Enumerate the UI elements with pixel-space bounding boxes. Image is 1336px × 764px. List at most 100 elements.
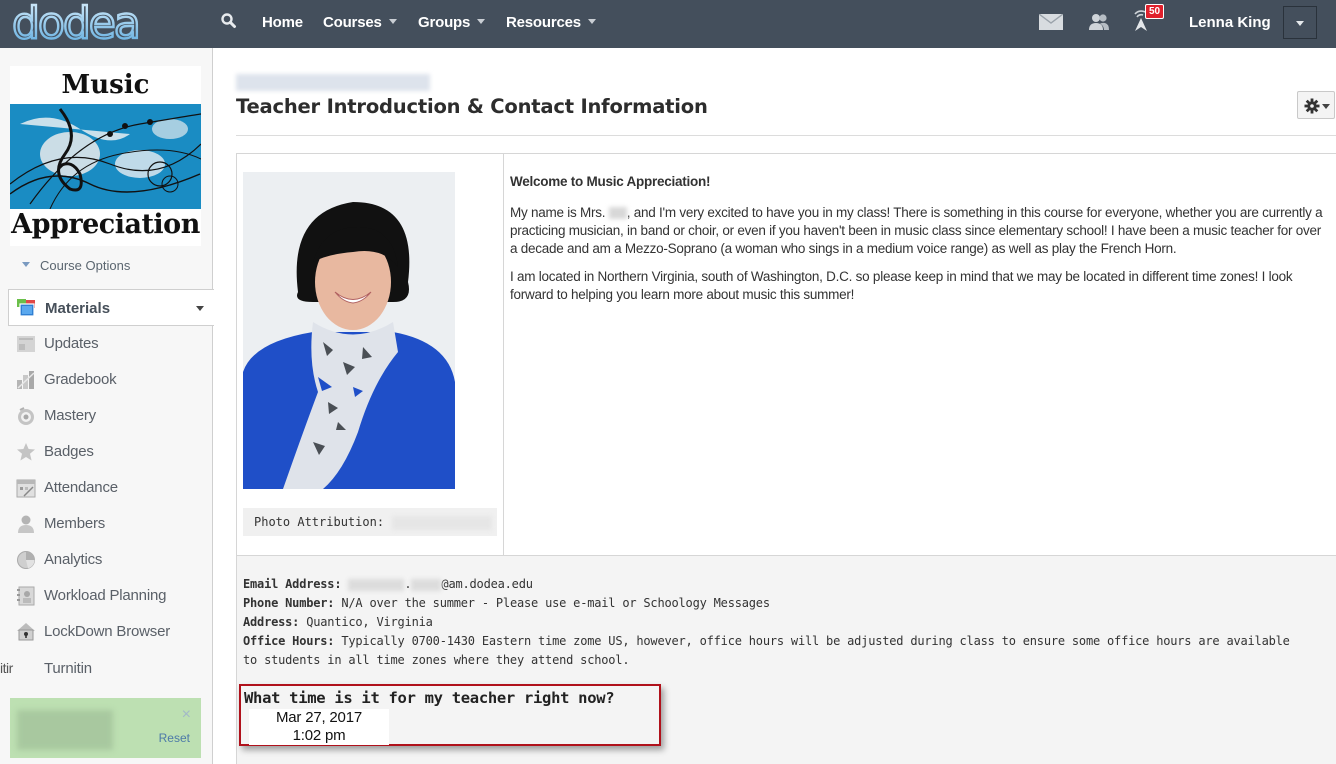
- user-menu-button[interactable]: [1283, 6, 1317, 39]
- address-label: Address:: [243, 615, 300, 629]
- sidebar-item-updates[interactable]: Updates: [16, 332, 206, 356]
- sidebar-item-badges[interactable]: Badges: [16, 440, 206, 464]
- chevron-down-icon: [587, 18, 596, 24]
- email-label: Email Address:: [243, 577, 342, 591]
- course-image-title-line2: Appreciation: [11, 209, 200, 240]
- sidebar-item-label: Mastery: [44, 407, 96, 424]
- search-icon[interactable]: [220, 12, 238, 30]
- title-divider: [236, 135, 1336, 136]
- sidebar-item-label: Gradebook: [44, 371, 117, 388]
- nav-resources-label: Resources: [506, 14, 581, 31]
- badges-icon: [16, 442, 36, 462]
- sidebar-item-workload-planning[interactable]: Workload Planning: [16, 584, 206, 608]
- sidebar-item-attendance[interactable]: Attendance: [16, 476, 206, 500]
- page-options-button[interactable]: [1297, 91, 1335, 119]
- logo-text: dodea: [12, 2, 139, 44]
- phone-label: Phone Number:: [243, 596, 335, 610]
- sidebar-item-analytics[interactable]: Analytics: [16, 548, 206, 572]
- materials-label: Materials: [45, 300, 111, 317]
- sidebar-item-members[interactable]: Members: [16, 512, 206, 536]
- connections-icon[interactable]: [1088, 13, 1110, 36]
- reset-link[interactable]: Reset: [159, 731, 190, 745]
- email-separator: .: [404, 577, 412, 591]
- intro-paragraph-1: My name is Mrs. , and I'm very excited t…: [510, 204, 1331, 258]
- course-image-title-line1: Music: [61, 70, 150, 100]
- chevron-down-icon: [22, 262, 30, 268]
- intro-text: My name is Mrs.: [510, 205, 609, 220]
- clock-display: Mar 27, 2017 1:02 pm: [249, 709, 389, 745]
- address-value: Quantico, Virginia: [299, 615, 433, 629]
- sidebar-item-label: Workload Planning: [44, 587, 167, 604]
- sidebar-item-gradebook[interactable]: Gradebook: [16, 368, 206, 392]
- sidebar-item-turnitin[interactable]: itir Turnitin: [0, 657, 190, 681]
- redacted-attribution: [392, 515, 493, 530]
- chevron-down-icon: [388, 18, 397, 24]
- user-name[interactable]: Lenna King: [1189, 14, 1271, 31]
- intro-cell: Welcome to Music Appreciation! My name i…: [504, 154, 1336, 556]
- top-navigation-bar: dodea Home Courses Groups Resources 50 L…: [0, 0, 1336, 50]
- nav-courses-label: Courses: [323, 14, 382, 31]
- nav-courses[interactable]: Courses: [323, 14, 397, 31]
- content-table: Photo Attribution: Welcome to Music Appr…: [236, 153, 1336, 764]
- sidebar-item-label: Updates: [44, 335, 99, 352]
- turnitin-icon: itir: [0, 660, 13, 676]
- page-title: Teacher Introduction & Contact Informati…: [236, 95, 708, 118]
- nav-home[interactable]: Home: [262, 14, 303, 31]
- photo-attribution-label: Photo Attribution:: [254, 515, 385, 529]
- redacted-email-user: [348, 578, 405, 591]
- mastery-icon: [16, 406, 36, 426]
- course-options-toggle[interactable]: Course Options: [22, 258, 130, 273]
- office-hours-value: Typically 0700-1430 Eastern time zome US…: [243, 634, 1290, 667]
- nav-home-label: Home: [262, 14, 303, 31]
- sidebar-item-label: Attendance: [44, 479, 118, 496]
- sidebar-item-materials[interactable]: Materials: [8, 289, 214, 326]
- nav-resources[interactable]: Resources: [506, 14, 596, 31]
- analytics-icon: [16, 550, 36, 570]
- nav-groups-label: Groups: [418, 14, 471, 31]
- gear-icon: [1304, 98, 1320, 114]
- sidebar-item-label: Turnitin: [44, 660, 92, 677]
- office-hours-row: Office Hours: Typically 0700-1430 Easter…: [243, 632, 1293, 670]
- materials-icon: [17, 299, 37, 317]
- course-image-artwork: [10, 104, 201, 209]
- sidebar-item-label: Badges: [44, 443, 94, 460]
- chevron-down-icon: [1296, 21, 1304, 26]
- teacher-clock-widget: What time is it for my teacher right now…: [239, 684, 661, 746]
- breadcrumb[interactable]: [236, 74, 430, 91]
- welcome-heading: Welcome to Music Appreciation!: [510, 174, 711, 189]
- sidebar-item-label: Members: [44, 515, 106, 532]
- sidebar-item-mastery[interactable]: Mastery: [16, 404, 206, 428]
- course-image: Music Appreciation: [10, 66, 201, 246]
- contact-info-cell: Email Address: . @am.dodea.edu Phone Numb…: [237, 556, 1336, 764]
- phone-row: Phone Number: N/A over the summer - Plea…: [243, 594, 1336, 613]
- intro-paragraph-2: I am located in Northern Virginia, south…: [510, 269, 1293, 302]
- course-options-label: Course Options: [40, 258, 131, 273]
- email-row: Email Address: . @am.dodea.edu: [243, 575, 1336, 594]
- teacher-photo: [243, 172, 455, 489]
- chevron-down-icon: [1322, 104, 1330, 109]
- gradebook-icon: [16, 370, 36, 390]
- dodea-logo[interactable]: dodea: [10, 0, 190, 50]
- office-hours-label: Office Hours:: [243, 634, 335, 648]
- sidebar-item-label: Analytics: [44, 551, 103, 568]
- email-domain[interactable]: @am.dodea.edu: [441, 577, 533, 591]
- close-icon[interactable]: ×: [182, 706, 191, 724]
- redacted-email-user: [411, 578, 442, 591]
- sidebar-item-label: LockDown Browser: [44, 623, 171, 640]
- notification-count-badge: 50: [1145, 4, 1165, 19]
- updates-icon: [16, 334, 36, 354]
- redacted-notice-text: [17, 710, 113, 750]
- phone-value: N/A over the summer - Please use e-mail …: [334, 596, 770, 610]
- clock-time: 1:02 pm: [292, 727, 346, 744]
- sidebar-item-lockdown-browser[interactable]: LockDown Browser: [16, 620, 206, 644]
- nav-groups[interactable]: Groups: [418, 14, 486, 31]
- workload-planning-icon: [16, 586, 36, 606]
- redacted-teacher-name: [608, 207, 627, 220]
- clock-date: Mar 27, 2017: [276, 709, 362, 726]
- notice-panel: × Reset: [10, 698, 201, 758]
- chevron-down-icon: [477, 18, 486, 24]
- chevron-down-icon[interactable]: [196, 306, 204, 311]
- intro-text: , and I'm very excited to have you in my…: [510, 205, 1323, 256]
- mail-icon[interactable]: [1038, 13, 1064, 35]
- address-row: Address: Quantico, Virginia: [243, 613, 1336, 632]
